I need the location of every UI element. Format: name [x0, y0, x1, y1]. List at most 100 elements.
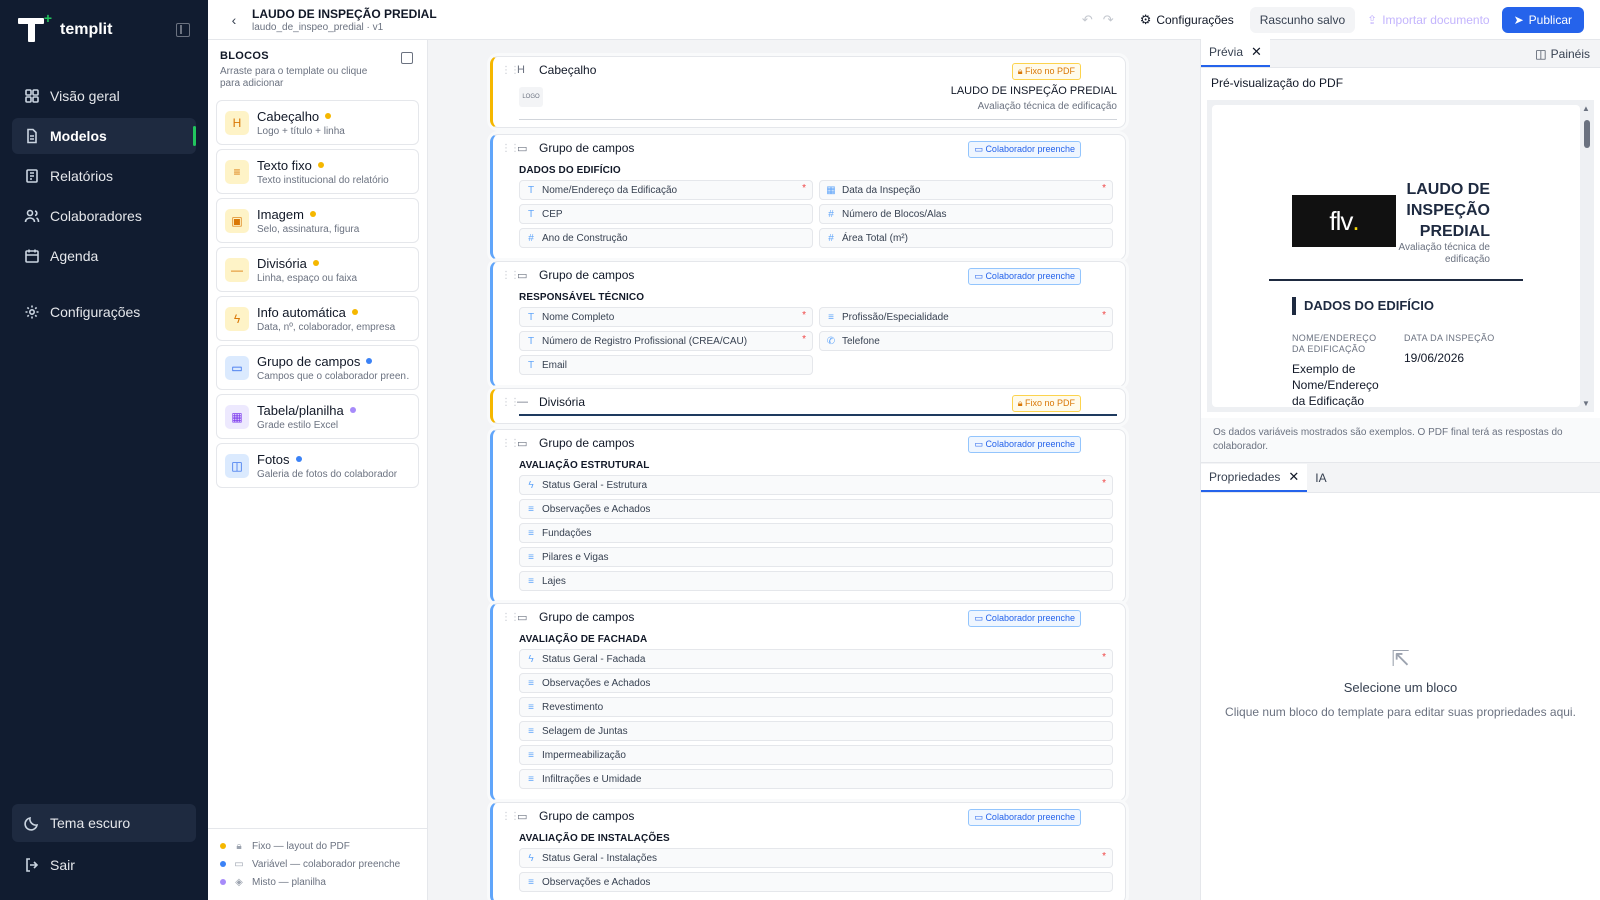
scroll-down-icon[interactable]: ▼ [1582, 399, 1590, 408]
field-chip[interactable]: ≡ Fundações [519, 523, 1113, 543]
header-block[interactable]: ⋮⋮ H Cabeçalho 🔒︎ Fixo no PDF LOGO LAUDO… [490, 56, 1126, 128]
block-palette-item[interactable]: ϟ Info automática Data, nº, colaborador, e… [216, 296, 419, 341]
field-chip[interactable]: ≡ Observações e Achados [519, 872, 1113, 892]
undo-icon[interactable]: ↶ [1082, 12, 1103, 27]
block-header: ⋮⋮ ▭ Grupo de campos ▭ Colaborador preenche [493, 604, 1125, 630]
field-group-block[interactable]: ⋮⋮ ▭ Grupo de campos ▭ Colaborador preenche… [490, 603, 1126, 801]
field-chip[interactable]: ≡ Pilares e Vigas [519, 547, 1113, 567]
drag-handle-icon[interactable]: ⋮⋮ [501, 811, 520, 822]
collapse-panel-icon[interactable] [401, 52, 413, 64]
field-chip[interactable]: T Email [519, 355, 813, 375]
nav-separator [12, 278, 196, 294]
field-type-icon: ϟ [528, 653, 534, 665]
panels-icon: ◫ [1535, 47, 1547, 61]
field-chip[interactable]: ✆ Telefone [819, 331, 1113, 351]
group-section-title: AVALIAÇÃO ESTRUTURAL [519, 460, 650, 471]
legend: 🔒︎ Fixo — layout do PDF ▭ Variável — colab… [208, 828, 427, 900]
field-list: T Nome Completo * ≡ Profissão/Especialidade *… [493, 307, 1125, 375]
block-palette-item[interactable]: ▣ Imagem Selo, assinatura, figura [216, 198, 419, 243]
nav-item-visao-geral[interactable]: Visão geral [12, 78, 196, 114]
field-chip[interactable]: ▦ Data da Inspeção * [819, 180, 1113, 200]
drag-handle-icon[interactable]: ⋮⋮ [501, 270, 520, 281]
field-chip[interactable]: ≡ Lajes [519, 571, 1113, 591]
block-palette-item[interactable]: H Cabeçalho Logo + título + linha [216, 100, 419, 145]
import-document-button[interactable]: ⇪ Importar documento [1367, 13, 1489, 27]
scroll-thumb[interactable] [1584, 120, 1590, 148]
field-chip[interactable]: ≡ Profissão/Especialidade * [819, 307, 1113, 327]
redo-icon[interactable]: ↷ [1103, 12, 1124, 27]
block-palette-item[interactable]: ▦ Tabela/planilha Grade estilo Excel [216, 394, 419, 439]
settings-button[interactable]: ⚙ Configurações [1140, 12, 1234, 28]
tab-properties[interactable]: Propriedades ✕ [1201, 464, 1308, 492]
field-label: Observações e Achados [542, 677, 651, 689]
field-chip[interactable]: T Número de Registro Profissional (CREA/C… [519, 331, 813, 351]
nav-item-configuracoes[interactable]: Configurações [12, 294, 196, 330]
drag-handle-icon[interactable]: ⋮⋮ [501, 65, 520, 76]
theme-toggle[interactable]: Tema escuro [12, 804, 196, 842]
field-label: Fundações [542, 527, 592, 539]
field-chip[interactable]: ≡ Infiltrações e Umidade [519, 769, 1113, 789]
block-palette-item[interactable]: — Divisória Linha, espaço ou faixa [216, 247, 419, 292]
field-chip[interactable]: T Nome/Endereço da Edificação * [519, 180, 813, 200]
field-chip[interactable]: ≡ Observações e Achados [519, 499, 1113, 519]
field-chip[interactable]: ≡ Impermeabilização [519, 745, 1113, 765]
drag-handle-icon[interactable]: ⋮⋮ [501, 612, 520, 623]
document-icon [24, 128, 40, 144]
badge-label: Fixo no PDF [1024, 66, 1075, 76]
nav-item-relatorios[interactable]: Relatórios [12, 158, 196, 194]
required-marker: * [1102, 851, 1106, 862]
brand-name: templit [60, 21, 113, 38]
block-palette-item[interactable]: ◫ Fotos Galeria de fotos do colaborador [216, 443, 419, 488]
block-header: ⋮⋮ — Divisória 🔒︎ Fixo no PDF [493, 389, 1125, 415]
nav-item-agenda[interactable]: Agenda [12, 238, 196, 274]
field-chip[interactable]: # Ano de Construção [519, 228, 813, 248]
field-chip[interactable]: ϟ Status Geral - Estrutura * [519, 475, 1113, 495]
drag-handle-icon[interactable]: ⋮⋮ [501, 438, 520, 449]
blocks-panel: BLOCOS Arraste para o template ou clique… [208, 40, 428, 900]
field-chip[interactable]: T CEP [519, 204, 813, 224]
nav-item-modelos[interactable]: Modelos [12, 118, 196, 154]
close-icon[interactable]: ✕ [1251, 44, 1262, 60]
legend-label: Fixo — layout do PDF [252, 840, 350, 852]
tab-preview[interactable]: Prévia ✕ [1201, 39, 1270, 67]
field-chip[interactable]: ϟ Status Geral - Instalações * [519, 848, 1113, 868]
scroll-up-icon[interactable]: ▲ [1582, 104, 1590, 113]
field-chip[interactable]: T Nome Completo * [519, 307, 813, 327]
block-palette-item[interactable]: ≡ Texto fixo Texto institucional do relató… [216, 149, 419, 194]
back-arrow-icon[interactable]: ‹ [220, 12, 248, 28]
nav-list: Visão geral Modelos Relatórios Colaborad… [0, 78, 208, 330]
field-group-block[interactable]: ⋮⋮ ▭ Grupo de campos ▭ Colaborador preenche… [490, 134, 1126, 260]
block-palette-item[interactable]: ▭ Grupo de campos Campos que o colaborador… [216, 345, 419, 390]
tab-ai[interactable]: IA [1307, 464, 1334, 492]
field-chip[interactable]: ≡ Observações e Achados [519, 673, 1113, 693]
logout-icon [24, 857, 40, 873]
collapse-sidebar-icon[interactable] [176, 23, 190, 37]
close-icon[interactable]: ✕ [1288, 469, 1299, 485]
block-header: ⋮⋮ ▭ Grupo de campos ▭ Colaborador preenche [493, 803, 1125, 829]
block-type-icon: ϟ [225, 306, 249, 331]
block-name-label: Fotos [257, 451, 290, 467]
field-list: T Nome/Endereço da Edificação * ▦ Data da In… [493, 180, 1125, 248]
field-label: Área Total (m²) [842, 232, 908, 244]
undo-redo-icons[interactable]: ↶↷ [1082, 12, 1124, 28]
field-group-block[interactable]: ⋮⋮ ▭ Grupo de campos ▭ Colaborador preenche… [490, 429, 1126, 603]
drag-handle-icon[interactable]: ⋮⋮ [501, 143, 520, 154]
publish-button[interactable]: ➤ Publicar [1501, 6, 1584, 33]
field-label: Número de Blocos/Alas [842, 208, 947, 220]
divider-block[interactable]: ⋮⋮ — Divisória 🔒︎ Fixo no PDF [490, 388, 1126, 424]
pdf-scrollbar[interactable]: ▲ ▼ [1582, 104, 1592, 408]
field-group-block[interactable]: ⋮⋮ ▭ Grupo de campos ▭ Colaborador preenche… [490, 261, 1126, 387]
logout-button[interactable]: Sair [12, 846, 196, 884]
field-chip[interactable]: ≡ Selagem de Juntas [519, 721, 1113, 741]
field-chip[interactable]: # Número de Blocos/Alas [819, 204, 1113, 224]
nav-item-colaboradores[interactable]: Colaboradores [12, 198, 196, 234]
field-chip[interactable]: # Área Total (m²) [819, 228, 1113, 248]
field-chip[interactable]: ϟ Status Geral - Fachada * [519, 649, 1113, 669]
block-name-label: Imagem [257, 206, 304, 222]
field-label: Profissão/Especialidade [842, 311, 949, 323]
field-group-block[interactable]: ⋮⋮ ▭ Grupo de campos ▭ Colaborador preenche… [490, 802, 1126, 900]
field-chip[interactable]: ≡ Revestimento [519, 697, 1113, 717]
legend-variable: ▭ Variável — colaborador preenche [218, 855, 417, 873]
drag-handle-icon[interactable]: ⋮⋮ [501, 397, 520, 408]
panels-button[interactable]: ◫ Painéis [1535, 47, 1590, 61]
